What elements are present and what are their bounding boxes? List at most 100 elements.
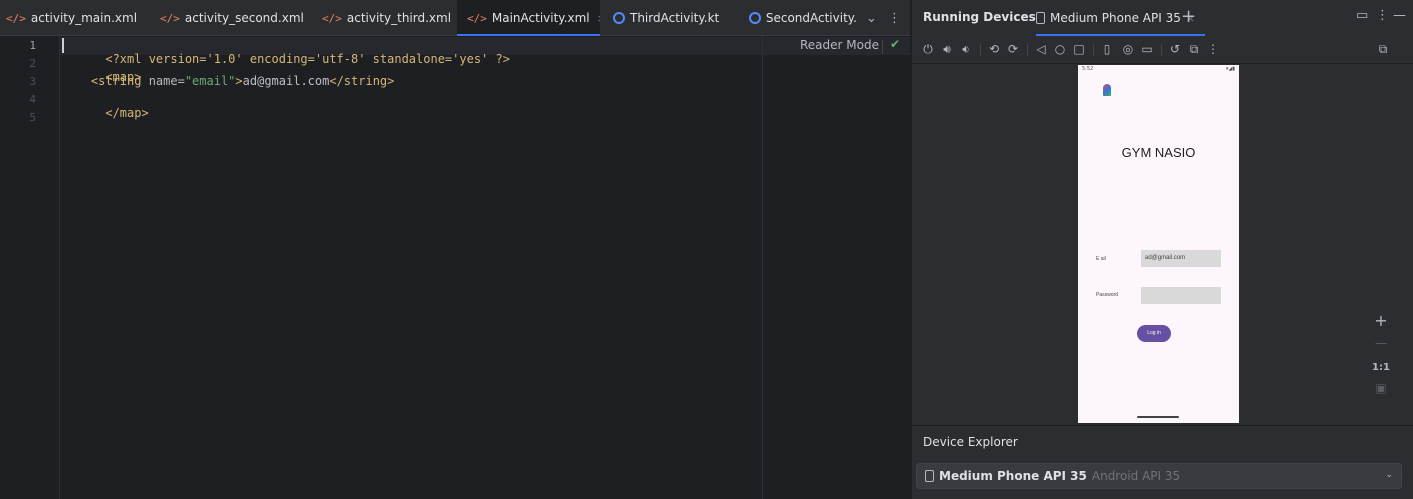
tab-activity-third-xml[interactable]: </> activity_third.xml bbox=[322, 0, 452, 36]
zoom-controls: + — 1:1 ▣ bbox=[1368, 311, 1394, 403]
check-icon[interactable]: ✔ bbox=[890, 37, 900, 51]
screenshot-icon[interactable]: ◎ bbox=[1121, 42, 1135, 56]
tab-overflow-chevron-icon[interactable]: ⌄ bbox=[866, 0, 877, 36]
minimize-icon[interactable]: — bbox=[1393, 8, 1406, 23]
line-number: 4 bbox=[29, 93, 36, 106]
logo-icon bbox=[1103, 84, 1111, 96]
status-indicators: ▾◢▮ bbox=[1225, 66, 1235, 72]
device-display: 5:52 ▾◢▮ GYM NASIO E ail ad@gmail.com Pa… bbox=[912, 65, 1413, 425]
xml-file-icon: </> bbox=[467, 11, 487, 25]
volume-up-icon[interactable]: 🔊︎ bbox=[940, 42, 954, 57]
line-number: 5 bbox=[29, 111, 36, 124]
tab-thirdactivity-kt[interactable]: ThirdActivity.kt bbox=[613, 0, 733, 36]
tab-label: ThirdActivity.kt bbox=[630, 11, 720, 25]
tab-label: SecondActivity. bbox=[765, 11, 857, 25]
tab-label: MainActivity.xml bbox=[491, 11, 590, 25]
divider bbox=[1027, 44, 1028, 56]
volume-down-icon[interactable]: 🔉︎ bbox=[959, 42, 973, 57]
divider bbox=[1161, 44, 1162, 56]
phone-icon bbox=[925, 470, 934, 482]
zoom-in-button[interactable]: + bbox=[1368, 311, 1394, 330]
chevron-down-icon: ⌄ bbox=[1385, 470, 1393, 480]
status-bar: 5:52 ▾◢▮ bbox=[1078, 65, 1239, 75]
tab-more-icon[interactable]: ⋮ bbox=[888, 0, 901, 36]
extended-controls-icon[interactable]: ⧉ bbox=[1187, 42, 1201, 57]
running-devices-header: Running Devices Medium Phone API 35 × + … bbox=[912, 0, 1413, 36]
editor-tab-bar: </> activity_main.xml </> activity_secon… bbox=[0, 0, 910, 36]
divider bbox=[980, 44, 981, 56]
running-devices-panel: Running Devices Medium Phone API 35 × + … bbox=[911, 0, 1413, 499]
back-icon[interactable]: ◁ bbox=[1034, 42, 1048, 56]
ide-window: </> activity_main.xml </> activity_secon… bbox=[0, 0, 1413, 499]
code-editor: </> activity_main.xml </> activity_secon… bbox=[0, 0, 910, 499]
email-field[interactable]: ad@gmail.com bbox=[1141, 250, 1221, 267]
divider bbox=[882, 40, 883, 54]
rotate-left-icon[interactable]: ⟲ bbox=[987, 42, 1001, 56]
snapshot-icon[interactable]: ↺ bbox=[1168, 42, 1182, 56]
xml-file-icon: </> bbox=[160, 11, 180, 25]
line-number: 1 bbox=[29, 39, 36, 52]
reader-mode-button[interactable]: Reader Mode bbox=[800, 38, 879, 52]
phone-screen[interactable]: 5:52 ▾◢▮ GYM NASIO E ail ad@gmail.com Pa… bbox=[1078, 65, 1239, 423]
password-label: Password bbox=[1096, 292, 1118, 298]
add-device-icon[interactable]: + bbox=[1181, 6, 1196, 27]
tab-label: activity_second.xml bbox=[184, 11, 304, 25]
overview-icon[interactable]: □ bbox=[1072, 42, 1086, 56]
app-title: GYM NASIO bbox=[1121, 145, 1196, 160]
login-button[interactable]: Log in bbox=[1137, 325, 1171, 342]
zoom-out-button[interactable]: — bbox=[1368, 336, 1394, 350]
status-time: 5:52 bbox=[1082, 66, 1094, 72]
code-line[interactable]: </map> bbox=[62, 92, 149, 134]
close-icon[interactable]: × bbox=[597, 12, 600, 25]
tab-label: activity_main.xml bbox=[30, 11, 138, 25]
kotlin-class-icon bbox=[613, 12, 625, 24]
line-number-gutter: 1 2 3 4 5 bbox=[0, 36, 60, 499]
tab-activity-second-xml[interactable]: </> activity_second.xml bbox=[160, 0, 310, 36]
xml-tag: </string> bbox=[329, 74, 395, 88]
screen-record-icon[interactable]: ▭ bbox=[1140, 42, 1154, 56]
device-selector-dropdown[interactable]: Medium Phone API 35 Android API 35 ⌄ bbox=[916, 463, 1402, 489]
xml-file-icon: </> bbox=[6, 11, 26, 25]
xml-tag: </map> bbox=[105, 106, 149, 120]
device-explorer-title: Device Explorer bbox=[923, 435, 1018, 449]
device-explorer-header: Device Explorer bbox=[912, 425, 1413, 459]
tab-activity-main-xml[interactable]: </> activity_main.xml bbox=[6, 0, 148, 36]
email-label: E ail bbox=[1096, 256, 1106, 262]
xml-tag-bracket: > bbox=[235, 74, 243, 88]
xml-declaration: <?xml version='1.0' encoding='utf-8' sta… bbox=[105, 52, 510, 66]
text-caret bbox=[62, 38, 64, 53]
power-icon[interactable]: ⏻ bbox=[921, 42, 935, 57]
device-toolbar: ⏻ 🔊︎ 🔉︎ ⟲ ⟳ ◁ ○ □ ▯ ◎ ▭ ↺ ⧉ ⋮ ⧉ bbox=[912, 36, 1413, 64]
right-margin-guide bbox=[762, 36, 763, 499]
xml-text: ad@gmail.com bbox=[242, 74, 330, 88]
code-line[interactable]: <string name="email">ad@gmail.com</strin… bbox=[62, 74, 394, 88]
device-api-label: Android API 35 bbox=[1091, 469, 1181, 483]
toolbar-more-icon[interactable]: ⋮ bbox=[1206, 42, 1220, 56]
xml-file-icon: </> bbox=[322, 11, 342, 25]
tab-label: activity_third.xml bbox=[346, 11, 452, 25]
app-logo bbox=[1090, 79, 1124, 101]
rotate-right-icon[interactable]: ⟳ bbox=[1006, 42, 1020, 56]
xml-tag: <string bbox=[90, 74, 149, 88]
fit-screen-icon[interactable]: ▣ bbox=[1368, 381, 1394, 395]
gesture-nav-handle[interactable] bbox=[1137, 416, 1179, 418]
line-number: 3 bbox=[29, 75, 36, 88]
window-icon[interactable]: ▭ bbox=[1356, 8, 1368, 23]
xml-attribute-value: "email" bbox=[184, 74, 236, 88]
tab-mainactivity-xml[interactable]: </> MainActivity.xml × bbox=[457, 0, 600, 36]
home-icon[interactable]: ○ bbox=[1053, 42, 1067, 56]
password-field[interactable] bbox=[1141, 287, 1221, 304]
more-icon[interactable]: ⋮ bbox=[1376, 8, 1389, 23]
device-frame-icon[interactable]: ▯ bbox=[1100, 42, 1114, 56]
tab-secondactivity-kt[interactable]: SecondActivity. bbox=[749, 0, 857, 36]
actual-size-button[interactable]: 1:1 bbox=[1368, 362, 1394, 373]
device-manager-icon[interactable]: ⧉ bbox=[1376, 42, 1390, 57]
kotlin-class-icon bbox=[749, 12, 761, 24]
tab-medium-phone-api-35[interactable]: Medium Phone API 35 × bbox=[1036, 0, 1206, 36]
xml-attribute: name= bbox=[148, 74, 185, 88]
line-number: 2 bbox=[29, 57, 36, 70]
device-name: Medium Phone API 35 bbox=[939, 469, 1087, 483]
panel-title: Running Devices bbox=[923, 10, 1036, 24]
phone-icon bbox=[1036, 12, 1045, 24]
